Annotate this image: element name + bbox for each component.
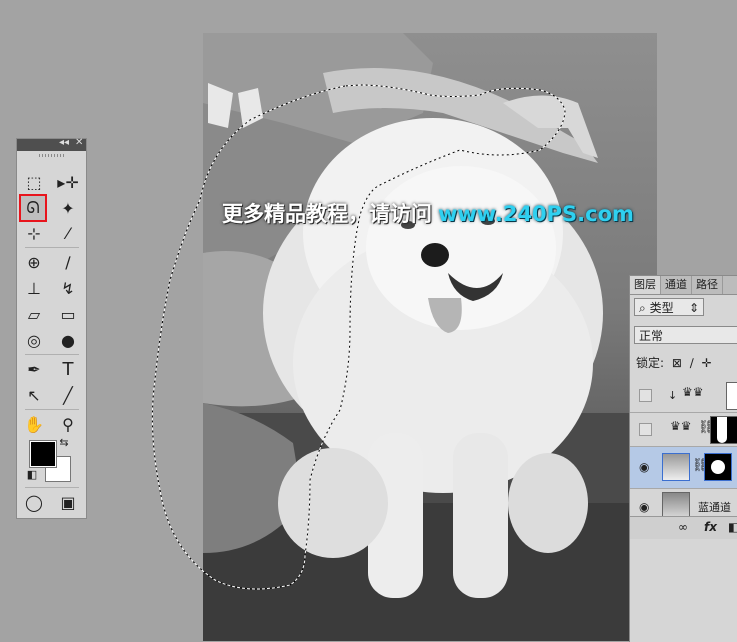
quick-mask-icon[interactable]: ◯ bbox=[23, 491, 45, 513]
marquee-tool-icon[interactable]: ⬚ bbox=[23, 171, 45, 193]
blend-mode-select[interactable]: 正常 bbox=[634, 326, 737, 344]
stamp-tool-icon[interactable]: ⊥ bbox=[23, 277, 45, 299]
watermark-url: www.240PS.com bbox=[438, 202, 634, 226]
dropdown-arrow-icon: ⇕ bbox=[688, 301, 699, 315]
layer-mask-thumbnail[interactable] bbox=[704, 453, 732, 481]
blend-mode-value: 正常 bbox=[639, 329, 664, 343]
fx-icon[interactable]: fx bbox=[704, 520, 717, 534]
add-mask-icon[interactable]: ◧ bbox=[728, 520, 737, 534]
layer-name[interactable]: 蓝通道 bbox=[698, 499, 731, 515]
healing-brush-tool-icon[interactable]: ⊕ bbox=[23, 251, 45, 273]
visibility-toggle[interactable] bbox=[639, 423, 652, 436]
move-tool-icon[interactable]: ▸✛ bbox=[57, 171, 79, 193]
tab-channels[interactable]: 通道 bbox=[661, 276, 692, 294]
panel-grip[interactable] bbox=[39, 154, 64, 157]
screen-mode-icon[interactable]: ▣ bbox=[57, 491, 79, 513]
lasso-tool-icon[interactable]: ᘏ bbox=[19, 194, 47, 222]
photo-artwork bbox=[203, 33, 657, 641]
brush-tool-icon[interactable]: ∕ bbox=[57, 251, 79, 273]
lock-label: 锁定: bbox=[636, 356, 665, 370]
visibility-toggle[interactable] bbox=[639, 389, 652, 402]
layers-panel: 图层 通道 路径 ⌕ 类型 ⇕ 正常 锁定: ⊠ ∕ ✛ ↓ ♛♛ ♛♛ ⛓ ◉… bbox=[629, 275, 737, 642]
layer-filter-select[interactable]: ⌕ 类型 ⇕ bbox=[634, 298, 704, 316]
layers-panel-footer: ∞ fx ◧ bbox=[630, 516, 737, 539]
type-tool-icon[interactable]: T bbox=[57, 358, 79, 380]
adjustment-layer-icon: ♛♛ bbox=[682, 385, 704, 399]
layer-thumbnail[interactable] bbox=[662, 453, 690, 481]
eyedropper-tool-icon[interactable]: ⁄ bbox=[57, 222, 79, 244]
tab-layers[interactable]: 图层 bbox=[630, 276, 661, 294]
swap-colors-icon[interactable]: ⇆ bbox=[57, 435, 71, 449]
lock-position-icon[interactable]: ✛ bbox=[702, 356, 712, 370]
hand-tool-icon[interactable]: ✋ bbox=[23, 413, 45, 435]
eye-icon[interactable]: ◉ bbox=[639, 500, 649, 514]
blur-tool-icon[interactable]: ◎ bbox=[23, 329, 45, 351]
pen-tool-icon[interactable]: ✒ bbox=[23, 358, 45, 380]
eye-icon[interactable]: ◉ bbox=[639, 460, 649, 474]
crop-tool-icon[interactable]: ⊹ bbox=[23, 222, 45, 244]
default-colors-icon[interactable]: ◧ bbox=[25, 467, 39, 481]
gradient-tool-icon[interactable]: ▭ bbox=[57, 303, 79, 325]
tools-panel: ◂◂ ✕ ⬚ ▸✛ ᘏ ✦ ⊹ ⁄ ⊕ ∕ ⊥ ↯ ▱ ▭ ◎ ● ✒ T ↖ … bbox=[16, 137, 87, 519]
line-tool-icon[interactable]: ╱ bbox=[57, 384, 79, 406]
dodge-tool-icon[interactable]: ● bbox=[57, 329, 79, 351]
layer-row-1[interactable]: ↓ ♛♛ bbox=[630, 379, 737, 413]
lock-transparent-icon[interactable]: ⊠ bbox=[672, 356, 682, 370]
adjustment-layer-icon: ♛♛ bbox=[670, 419, 692, 433]
collapse-icon[interactable]: ◂◂ bbox=[59, 137, 69, 148]
lock-row: 锁定: ⊠ ∕ ✛ bbox=[636, 354, 712, 371]
layer-row-2[interactable]: ♛♛ ⛓ bbox=[630, 413, 737, 447]
clipping-arrow-icon: ↓ bbox=[668, 389, 678, 402]
path-selection-tool-icon[interactable]: ↖ bbox=[23, 384, 45, 406]
document-canvas[interactable] bbox=[203, 33, 657, 641]
foreground-color-swatch[interactable] bbox=[29, 440, 57, 468]
watermark-cn: 更多精品教程，请访问 bbox=[222, 202, 432, 226]
layer-mask-thumbnail[interactable] bbox=[710, 416, 737, 444]
layers-panel-tabs: 图层 通道 路径 bbox=[630, 276, 737, 295]
close-icon[interactable]: ✕ bbox=[75, 137, 83, 148]
tools-panel-header[interactable]: ◂◂ ✕ bbox=[17, 137, 86, 151]
layer-row-3[interactable]: ◉ ⛓ bbox=[630, 447, 737, 489]
zoom-tool-icon[interactable]: ⚲ bbox=[57, 413, 79, 435]
search-icon: ⌕ bbox=[639, 301, 646, 315]
watermark-text: 更多精品教程，请访问 www.240PS.com bbox=[222, 198, 634, 228]
magic-wand-tool-icon[interactable]: ✦ bbox=[57, 197, 79, 219]
eraser-tool-icon[interactable]: ▱ bbox=[23, 303, 45, 325]
link-layers-icon[interactable]: ∞ bbox=[678, 520, 688, 534]
tab-paths[interactable]: 路径 bbox=[692, 276, 723, 294]
history-brush-tool-icon[interactable]: ↯ bbox=[57, 277, 79, 299]
filter-label: 类型 bbox=[649, 301, 674, 315]
lock-paint-icon[interactable]: ∕ bbox=[690, 356, 694, 370]
layer-mask-thumbnail[interactable] bbox=[726, 382, 737, 410]
